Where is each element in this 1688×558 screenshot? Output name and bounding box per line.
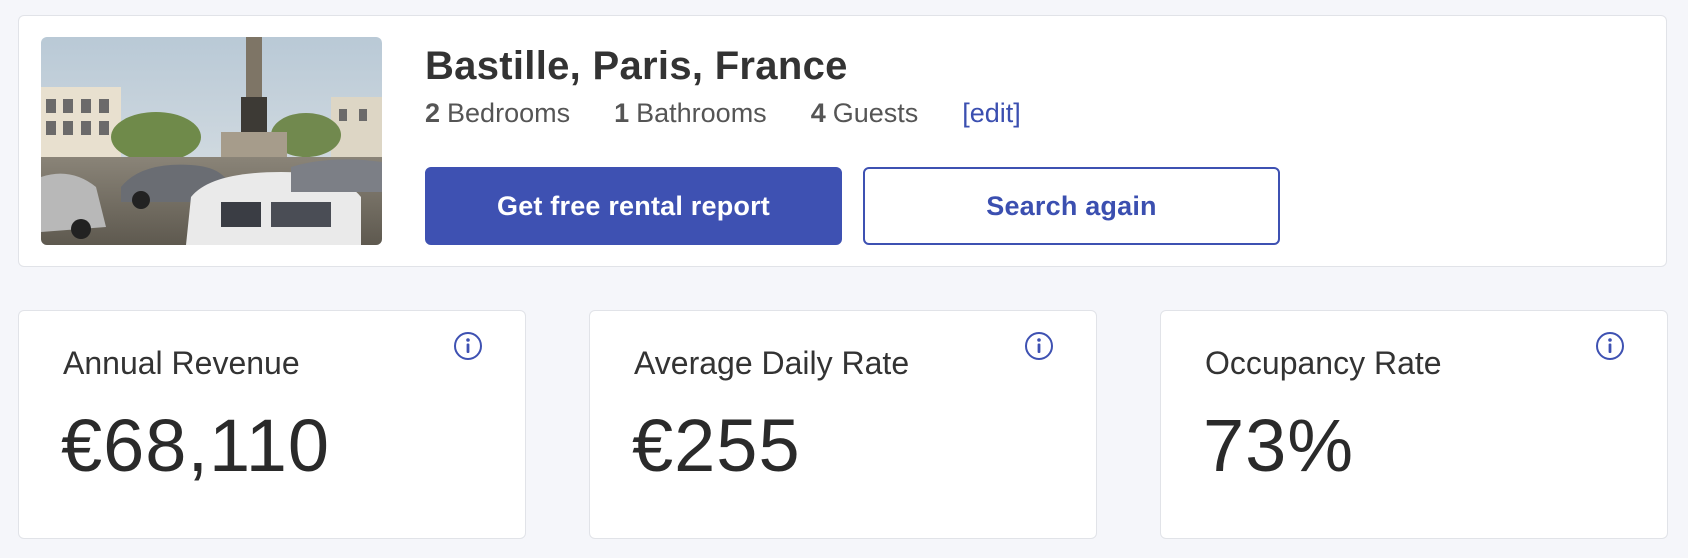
property-photo bbox=[41, 37, 382, 245]
info-icon[interactable] bbox=[1024, 331, 1054, 361]
guests-count: 4 bbox=[810, 98, 826, 128]
property-card: Bastille, Paris, France 2 Bedrooms 1 Bathr… bbox=[18, 15, 1667, 267]
stat-value: €255 bbox=[632, 404, 801, 487]
info-icon[interactable] bbox=[453, 331, 483, 361]
stat-value: €68,110 bbox=[61, 404, 330, 487]
stat-label: Annual Revenue bbox=[63, 345, 300, 381]
property-title: Bastille, Paris, France bbox=[425, 44, 848, 88]
action-buttons: Get free rental report Search again bbox=[425, 167, 1280, 245]
bathrooms-count: 1 bbox=[614, 98, 630, 128]
stat-card-average-daily-rate: Average Daily Rate €255 bbox=[589, 310, 1097, 539]
property-details: 2 Bedrooms 1 Bathrooms 4 Guests [edit] bbox=[425, 98, 1021, 129]
bathrooms-label: Bathrooms bbox=[636, 98, 767, 128]
stat-card-occupancy-rate: Occupancy Rate 73% bbox=[1160, 310, 1668, 539]
stat-value: 73% bbox=[1203, 404, 1355, 487]
stat-label: Occupancy Rate bbox=[1205, 345, 1442, 381]
bedrooms-label: Bedrooms bbox=[447, 98, 571, 128]
property-info: Bastille, Paris, France 2 Bedrooms 1 Bathr… bbox=[425, 42, 1021, 129]
bedrooms-detail: 2 Bedrooms bbox=[425, 98, 570, 129]
get-free-rental-report-button[interactable]: Get free rental report bbox=[425, 167, 842, 245]
stat-card-annual-revenue: Annual Revenue €68,110 bbox=[18, 310, 526, 539]
edit-link[interactable]: [edit] bbox=[962, 98, 1021, 129]
guests-detail: 4 Guests bbox=[811, 98, 919, 129]
info-icon[interactable] bbox=[1595, 331, 1625, 361]
stat-label: Average Daily Rate bbox=[634, 345, 910, 381]
search-again-button[interactable]: Search again bbox=[863, 167, 1280, 245]
bathrooms-detail: 1 Bathrooms bbox=[614, 98, 767, 129]
bedrooms-count: 2 bbox=[425, 98, 441, 128]
guests-label: Guests bbox=[832, 98, 919, 128]
